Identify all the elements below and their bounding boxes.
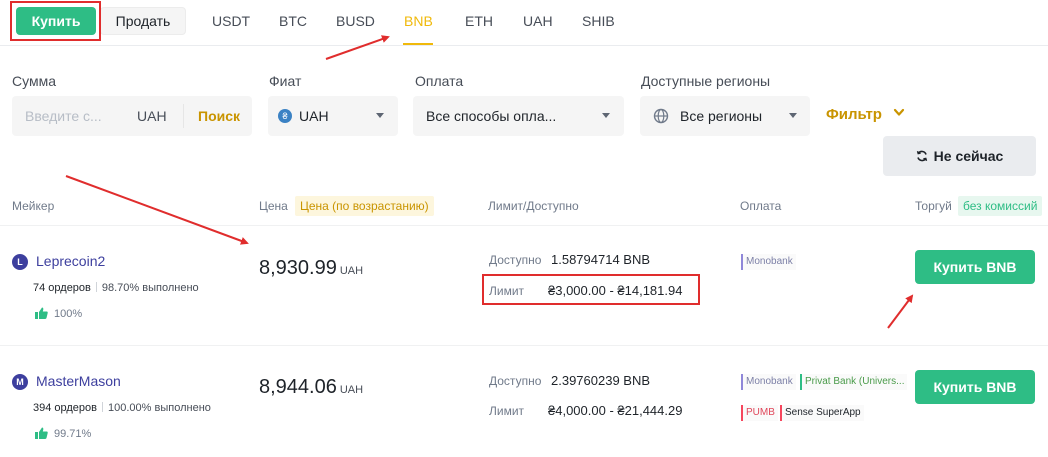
rating-value: 100% [54,308,83,320]
limit-label: Лимит [489,404,525,418]
caret-down-icon [602,113,610,118]
regions-label: Доступные регионы [641,73,771,89]
available-value: 1.58794714 BNB [551,252,651,267]
buy-bnb-button[interactable]: Купить BNB [915,250,1035,284]
avatar: L [12,254,28,270]
rating: 99.71% [35,427,91,440]
rating-value: 99.71% [54,428,92,440]
search-button[interactable]: Поиск [198,108,240,124]
refresh-icon [916,150,927,162]
tab-usdt[interactable]: USDT [212,13,250,29]
payment-value: Все способы опла... [426,108,557,124]
tab-shib[interactable]: SHIB [582,13,615,29]
maker-name-link[interactable]: Leprecoin2 [36,253,105,269]
filter-button[interactable]: Фильтр [826,106,882,123]
caret-down-icon [789,113,797,118]
annotation-arrow [65,175,249,245]
maker-name-link[interactable]: MasterMason [36,373,121,389]
tab-bnb[interactable]: BNB [404,13,433,29]
annotation-highlight-buy [10,1,101,41]
payment-select[interactable]: Все способы опла... [413,96,624,136]
payment-tag: PUMB [741,405,778,421]
buy-bnb-button[interactable]: Купить BNB [915,370,1035,404]
available-label: Доступно [489,253,542,267]
available-value: 2.39760239 BNB [551,373,651,388]
tab-busd[interactable]: BUSD [336,13,375,29]
price: 8,930.99 UAH [259,257,363,280]
column-header-payment: Оплата [740,199,782,213]
price-value: 8,944.06 [259,376,337,398]
tab-btc[interactable]: BTC [279,13,307,29]
regions-value: Все регионы [680,108,763,124]
fiat-select[interactable]: ₴ UAH [268,96,398,136]
limit-value: ₴4,000.00 - ₴21,444.29 [548,403,683,418]
not-now-label: Не сейчас [933,148,1004,164]
fiat-value: UAH [299,108,329,124]
avatar: M [12,374,28,390]
column-header-price: Цена [259,199,288,213]
divider [0,345,1048,346]
orders-count: 74 ордеров [33,282,91,294]
rating: 100% [35,307,82,320]
price-currency: UAH [339,384,364,396]
tab-eth[interactable]: ETH [465,13,493,29]
divider [0,45,1048,46]
column-header-maker: Мейкер [12,199,55,213]
tab-uah[interactable]: UAH [523,13,553,29]
payment-tag: Privat Bank (Univers... [800,374,908,390]
amount-label: Сумма [12,73,56,89]
maker-stats: 74 ордеров 98.70% выполнено [33,282,199,294]
not-now-button[interactable]: Не сейчас [883,136,1036,176]
amount-field[interactable]: Введите с... UAH Поиск [12,96,252,136]
annotation-highlight-limit [482,274,700,305]
no-fee-badge: без комиссий [958,196,1043,216]
orders-count: 394 ордеров [33,402,98,414]
column-header-trade: Торгуй [915,199,952,213]
annotation-arrow [887,294,914,329]
amount-currency: UAH [137,108,167,124]
globe-icon [653,108,669,124]
divider [0,225,1048,226]
column-header-limit: Лимит/Доступно [488,199,579,213]
hryvnia-icon: ₴ [278,109,292,123]
payment-tag: Monobank [741,374,796,390]
sell-toggle-button[interactable]: Продать [100,7,186,35]
annotation-arrow [325,35,390,60]
thumbs-up-icon [35,427,48,439]
regions-select[interactable]: Все регионы [640,96,810,136]
completion-rate: 100.00% выполнено [108,402,211,414]
price-value: 8,930.99 [259,257,337,279]
maker-stats: 394 ордеров 100.00% выполнено [33,402,211,414]
payment-tag: Monobank [741,254,796,270]
payment-label: Оплата [415,73,464,89]
payment-tag: Sense SuperApp [780,405,864,421]
thumbs-up-icon [35,307,48,319]
completion-rate: 98.70% выполнено [101,282,199,294]
amount-input[interactable]: Введите с... [25,108,102,124]
available-label: Доступно [489,374,542,388]
chevron-down-icon[interactable] [893,108,905,118]
divider [183,104,184,128]
caret-down-icon [376,113,384,118]
price-currency: UAH [339,265,364,277]
price-sort-badge[interactable]: Цена (по возрастанию) [295,196,434,216]
price: 8,944.06 UAH [259,376,363,399]
fiat-label: Фиат [269,73,302,89]
